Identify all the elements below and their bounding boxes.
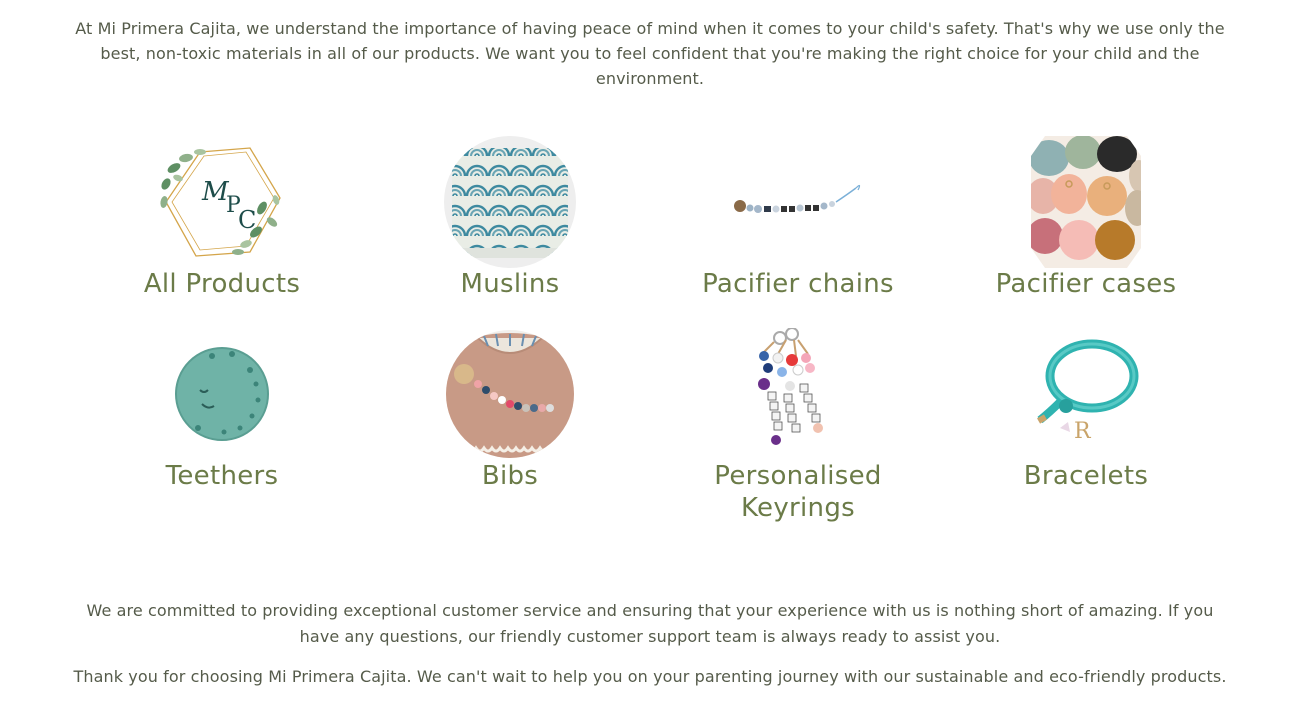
category-all-products[interactable]: M P C All Products (92, 136, 352, 300)
category-label: Personalised Keyrings (714, 461, 882, 523)
category-label: Bracelets (1023, 461, 1149, 491)
mpc-logo-icon: M P C (152, 136, 292, 268)
category-pacifier-chains[interactable]: Pacifier chains (668, 136, 928, 300)
svg-text:R: R (1074, 419, 1092, 444)
muslin-image (440, 136, 580, 268)
outro-paragraph-thanks: Thank you for choosing Mi Primera Cajita… (73, 667, 1227, 686)
category-pacifier-cases[interactable]: Pacifier cases (956, 136, 1216, 300)
svg-text:C: C (238, 206, 256, 234)
bib-image (440, 328, 580, 460)
pacifier-chain-image (728, 136, 868, 268)
category-label: Teethers (165, 461, 279, 491)
category-label: All Products (143, 269, 301, 299)
outro-paragraph-service: We are committed to providing exceptiona… (86, 601, 1214, 646)
category-muslins[interactable]: Muslins (380, 136, 640, 300)
category-bracelets[interactable]: R Bracelets (956, 328, 1216, 492)
category-label: Pacifier chains (702, 269, 894, 299)
intro-paragraph: At Mi Primera Cajita, we understand the … (75, 19, 1225, 88)
category-label: Pacifier cases (995, 269, 1177, 299)
bracelet-image: R (1016, 328, 1156, 460)
category-label: Muslins (460, 269, 560, 299)
teether-image (152, 328, 292, 460)
keyrings-image (728, 328, 868, 460)
category-personalised-keyrings[interactable]: Personalised Keyrings (668, 328, 928, 524)
category-label: Bibs (481, 461, 539, 491)
category-bibs[interactable]: Bibs (380, 328, 640, 492)
category-teethers[interactable]: Teethers (92, 328, 352, 492)
pacifier-cases-image (1016, 136, 1156, 268)
